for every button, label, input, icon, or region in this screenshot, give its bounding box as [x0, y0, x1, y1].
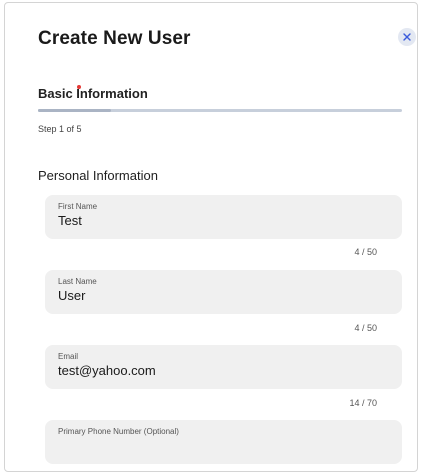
create-user-dialog: Create New User Basic Information Step 1… — [4, 2, 418, 472]
step-title: Basic Information — [38, 86, 148, 101]
step-progress-fill — [38, 109, 111, 112]
section-title: Personal Information — [38, 168, 158, 183]
step-progress-bar — [38, 109, 402, 112]
phone-field[interactable]: Primary Phone Number (Optional) — [45, 420, 402, 464]
dialog-title: Create New User — [38, 28, 191, 49]
email-input[interactable]: test@yahoo.com — [58, 363, 402, 379]
last-name-field[interactable]: Last Name User — [45, 270, 402, 314]
first-name-input[interactable]: Test — [58, 213, 402, 229]
email-field[interactable]: Email test@yahoo.com — [45, 345, 402, 389]
first-name-field[interactable]: First Name Test — [45, 195, 402, 239]
first-name-char-counter: 4 / 50 — [354, 247, 377, 257]
indicator-dot — [77, 85, 81, 89]
email-label: Email — [58, 352, 79, 361]
last-name-char-counter: 4 / 50 — [354, 323, 377, 333]
first-name-label: First Name — [58, 202, 98, 211]
last-name-label: Last Name — [58, 277, 97, 286]
close-icon — [403, 33, 411, 41]
close-button[interactable] — [398, 28, 416, 46]
last-name-input[interactable]: User — [58, 288, 402, 304]
email-char-counter: 14 / 70 — [349, 398, 377, 408]
step-counter: Step 1 of 5 — [38, 124, 82, 134]
phone-label: Primary Phone Number (Optional) — [58, 427, 179, 436]
